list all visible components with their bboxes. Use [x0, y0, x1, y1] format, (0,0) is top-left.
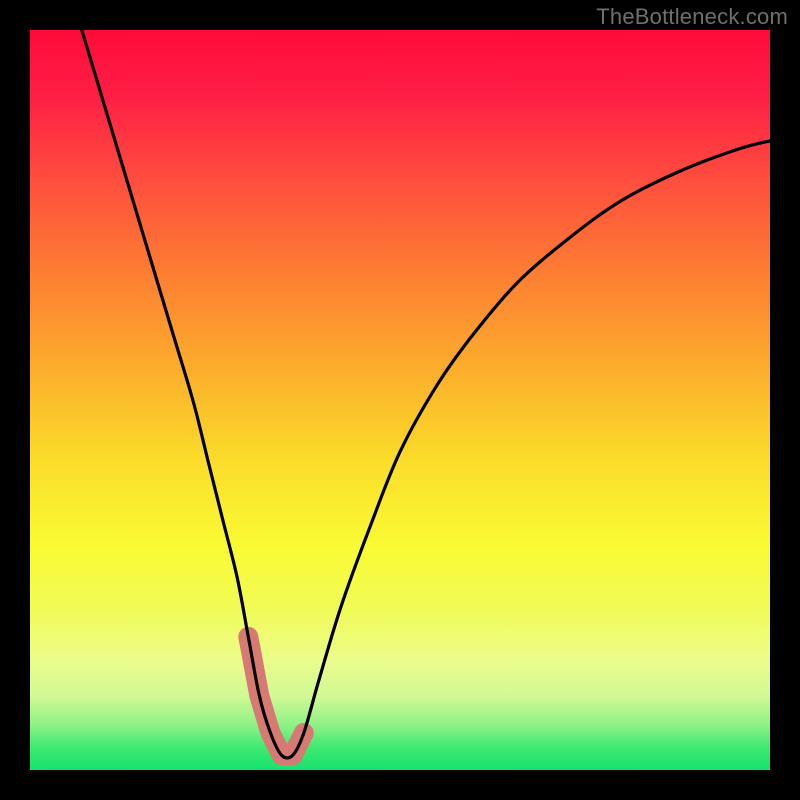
highlight-segment: [248, 637, 303, 755]
curve-layer: [30, 30, 770, 770]
plot-area: [30, 30, 770, 770]
bottleneck-curve: [82, 30, 770, 758]
chart-frame: TheBottleneck.com: [0, 0, 800, 800]
watermark-text: TheBottleneck.com: [596, 4, 788, 30]
